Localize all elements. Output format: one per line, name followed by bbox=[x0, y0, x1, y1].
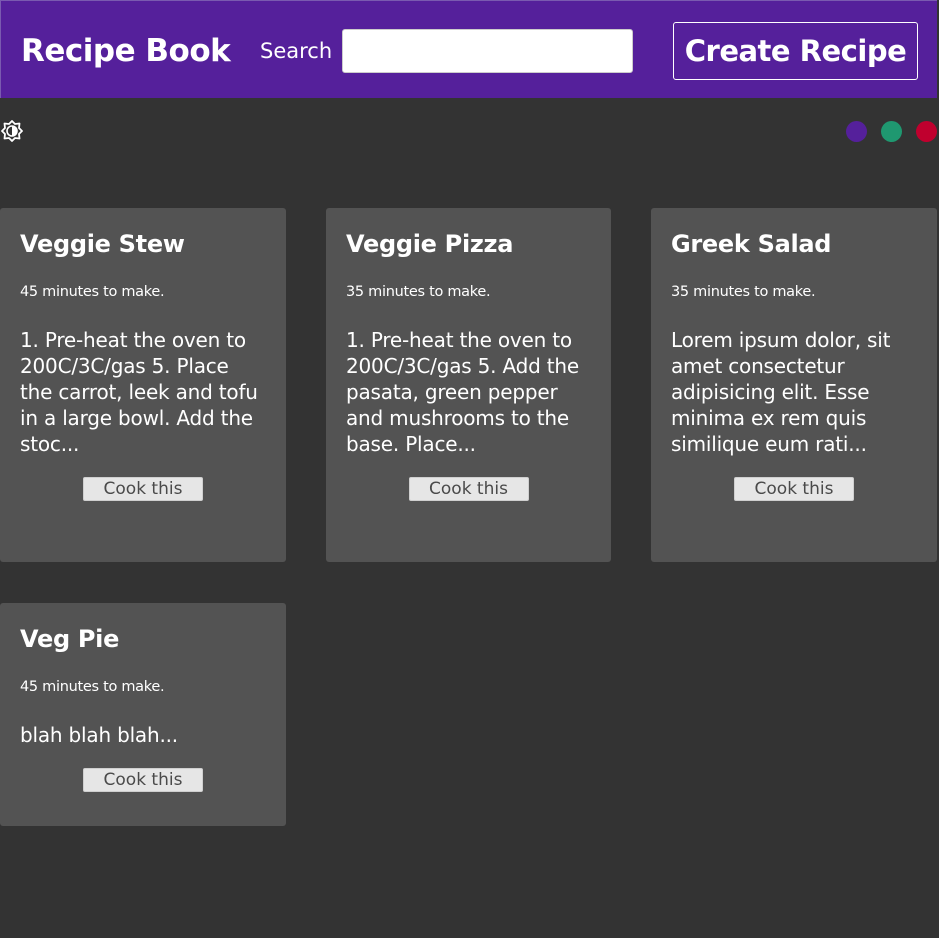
theme-color-purple[interactable] bbox=[846, 121, 867, 142]
recipe-card-veg-pie: Veg Pie 45 minutes to make. blah blah bl… bbox=[0, 603, 286, 826]
search-label: Search bbox=[260, 39, 333, 63]
recipe-time: 45 minutes to make. bbox=[20, 679, 165, 695]
recipe-card-veggie-stew: Veggie Stew 45 minutes to make. 1. Pre-h… bbox=[0, 208, 286, 562]
theme-color-green[interactable] bbox=[881, 121, 902, 142]
recipe-card-greek-salad: Greek Salad 35 minutes to make. Lorem ip… bbox=[651, 208, 937, 562]
recipe-description: Lorem ipsum dolor, sit amet consectetur … bbox=[671, 328, 891, 456]
cook-this-button[interactable]: Cook this bbox=[734, 477, 854, 501]
recipe-description: 1. Pre-heat the oven to 200C/3C/gas 5. A… bbox=[346, 328, 579, 456]
cook-this-button[interactable]: Cook this bbox=[83, 477, 203, 501]
recipe-title: Veggie Stew bbox=[20, 230, 185, 258]
theme-color-red[interactable] bbox=[916, 121, 937, 142]
app-header: Recipe Book Search Create Recipe bbox=[0, 0, 937, 98]
recipe-title: Veggie Pizza bbox=[346, 230, 514, 258]
recipe-card-veggie-pizza: Veggie Pizza 35 minutes to make. 1. Pre-… bbox=[326, 208, 611, 562]
search-input[interactable] bbox=[342, 29, 633, 73]
cook-this-button[interactable]: Cook this bbox=[83, 768, 203, 792]
app-title: Recipe Book bbox=[21, 33, 231, 69]
recipe-description: 1. Pre-heat the oven to 200C/3C/gas 5. P… bbox=[20, 328, 258, 456]
recipe-title: Veg Pie bbox=[20, 625, 120, 653]
cook-this-button[interactable]: Cook this bbox=[408, 477, 529, 501]
recipe-title: Greek Salad bbox=[671, 230, 832, 258]
create-recipe-button[interactable]: Create Recipe bbox=[673, 22, 918, 80]
contrast-icon[interactable] bbox=[1, 120, 23, 142]
recipe-time: 35 minutes to make. bbox=[346, 284, 491, 300]
recipe-time: 45 minutes to make. bbox=[20, 284, 165, 300]
recipe-time: 35 minutes to make. bbox=[671, 284, 816, 300]
recipe-description: blah blah blah... bbox=[20, 723, 178, 747]
